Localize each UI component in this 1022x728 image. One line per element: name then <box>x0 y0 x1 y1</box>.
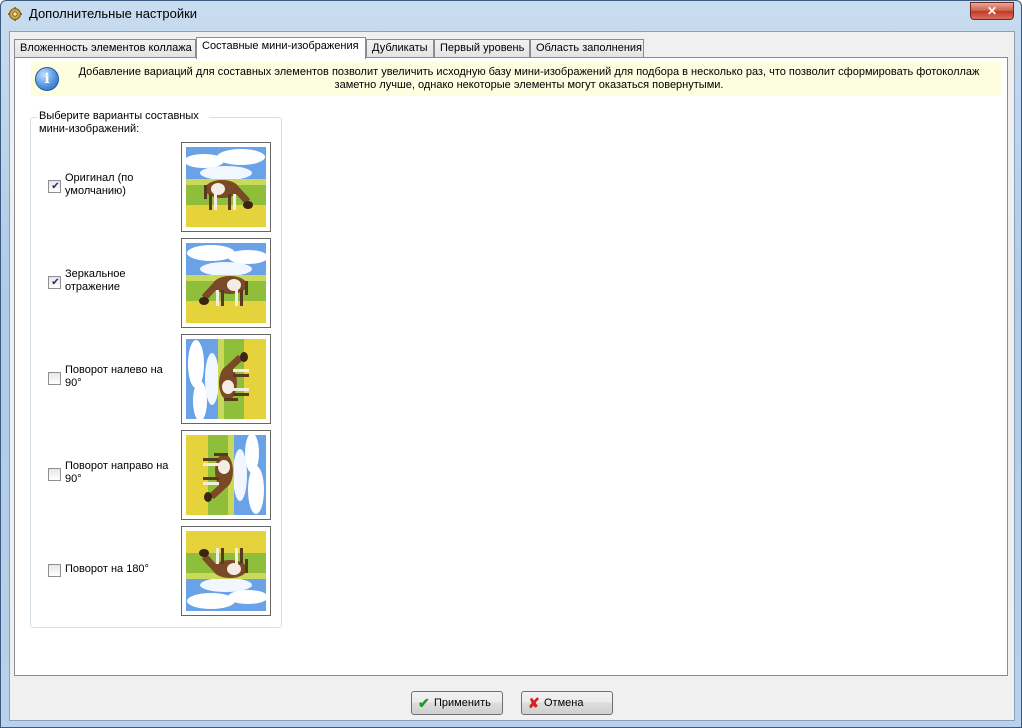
option-label[interactable]: Поворот направо на 90° <box>65 460 171 486</box>
checkmark-icon: ✔ <box>418 695 430 711</box>
checkbox-mirror[interactable]: ✔ <box>48 276 61 289</box>
groupbox-title: Выберите варианты составных мини-изображ… <box>37 110 209 136</box>
thumbnail-rotate-right <box>181 430 271 520</box>
dialog-client-area: Вложенность элементов коллажа Составные … <box>9 31 1015 721</box>
option-rotate-right: Поворот направо на 90° <box>31 430 281 520</box>
cow-image <box>186 243 266 323</box>
option-rotate-180: Поворот на 180° <box>31 526 281 616</box>
tab-duplicates[interactable]: Дубликаты <box>366 39 434 57</box>
close-button[interactable]: ✕ <box>970 2 1014 20</box>
cow-image <box>186 435 266 515</box>
checkbox-rotate-left[interactable] <box>48 372 61 385</box>
cancel-button[interactable]: ✘ Отмена <box>521 691 613 715</box>
dialog-window: Дополнительные настройки ✕ Вложенность э… <box>0 0 1022 728</box>
tab-first-level[interactable]: Первый уровень <box>434 39 530 57</box>
checkbox-rotate-180[interactable] <box>48 564 61 577</box>
checkbox-rotate-right[interactable] <box>48 468 61 481</box>
option-label[interactable]: Оригинал (по умолчанию) <box>65 172 171 198</box>
variants-groupbox: Выберите варианты составных мини-изображ… <box>30 110 282 628</box>
close-icon: ✕ <box>986 4 998 18</box>
tab-collage-nesting[interactable]: Вложенность элементов коллажа <box>14 39 196 57</box>
thumbnail-rotate-180 <box>181 526 271 616</box>
apply-label: Применить <box>434 697 491 709</box>
tab-composite-thumbnails[interactable]: Составные мини-изображения <box>196 37 366 59</box>
info-banner: i Добавление вариаций для составных элем… <box>31 62 1001 96</box>
thumbnail-rotate-left <box>181 334 271 424</box>
info-icon: i <box>35 67 59 91</box>
option-mirror: ✔ Зеркальное отражение <box>31 238 281 328</box>
tab-panel: i Добавление вариаций для составных элем… <box>14 57 1008 676</box>
cow-image <box>186 531 266 611</box>
gear-icon <box>8 7 22 21</box>
thumbnail-mirror <box>181 238 271 328</box>
option-rotate-left: Поворот налево на 90° <box>31 334 281 424</box>
cow-image <box>186 147 266 227</box>
thumbnail-original <box>181 142 271 232</box>
cross-icon: ✘ <box>528 695 540 711</box>
apply-button[interactable]: ✔ Применить <box>411 691 503 715</box>
title-bar[interactable]: Дополнительные настройки ✕ <box>1 1 1021 27</box>
info-text: Добавление вариаций для составных элемен… <box>78 66 980 91</box>
option-label[interactable]: Поворот на 180° <box>65 563 171 576</box>
checkbox-original[interactable]: ✔ <box>48 180 61 193</box>
option-label[interactable]: Зеркальное отражение <box>65 268 171 294</box>
cancel-label: Отмена <box>544 697 584 709</box>
option-label[interactable]: Поворот налево на 90° <box>65 364 171 390</box>
option-original: ✔ Оригинал (по умолчанию) <box>31 142 281 232</box>
window-title: Дополнительные настройки <box>29 6 198 21</box>
dialog-buttons: ✔ Применить ✘ Отмена <box>10 688 1014 718</box>
tab-fill-area[interactable]: Область заполнения <box>530 39 644 57</box>
cow-image <box>186 339 266 419</box>
